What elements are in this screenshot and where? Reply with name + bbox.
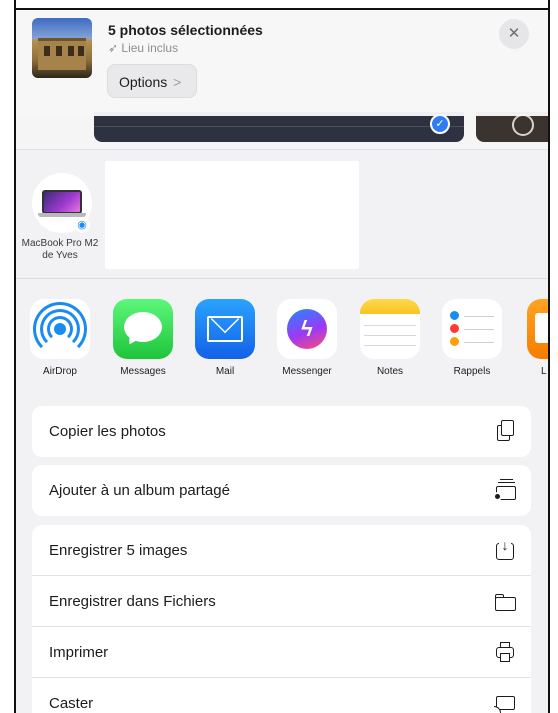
action-copy-photos[interactable]: Copier les photos xyxy=(32,406,531,457)
copy-icon xyxy=(493,419,517,443)
laptop-icon xyxy=(42,190,82,214)
photo-strip-next[interactable] xyxy=(476,112,548,142)
action-cast[interactable]: Caster xyxy=(32,678,531,713)
action-add-shared-album[interactable]: Ajouter à un album partagé xyxy=(32,465,531,516)
share-sheet-header: ✓ 5 photos sélectionnées ➶ Lieu inclus O… xyxy=(16,10,548,150)
app-label: AirDrop xyxy=(43,366,77,377)
save-images-icon: ↓ xyxy=(493,538,517,562)
app-messenger[interactable]: ϟ Messenger xyxy=(266,299,348,377)
reminders-icon xyxy=(442,299,502,359)
location-subtitle-text: Lieu inclus xyxy=(121,41,179,55)
action-label: Imprimer xyxy=(49,644,109,661)
location-subtitle: ➶ Lieu inclus xyxy=(108,41,178,55)
app-airdrop[interactable]: AirDrop xyxy=(19,299,101,377)
notes-icon xyxy=(360,299,420,359)
header-panel: 5 photos sélectionnées ➶ Lieu inclus Opt… xyxy=(16,10,548,116)
action-label: Enregistrer dans Fichiers xyxy=(49,593,216,610)
action-group-save: Enregistrer 5 images ↓ Enregistrer dans … xyxy=(32,525,531,713)
airdrop-icon xyxy=(30,299,90,359)
mail-icon xyxy=(195,299,255,359)
app-messages[interactable]: Messages xyxy=(102,299,184,377)
airdrop-badge-icon: ◉ xyxy=(74,217,90,233)
print-icon xyxy=(493,640,517,664)
app-label: Mail xyxy=(215,366,235,377)
shared-album-icon xyxy=(493,478,517,502)
action-print[interactable]: Imprimer xyxy=(32,627,531,678)
options-button-label: Options xyxy=(119,74,168,90)
cast-icon xyxy=(493,691,517,713)
action-group-copy: Copier les photos xyxy=(32,406,531,457)
messages-icon xyxy=(113,299,173,359)
airdrop-devices-section: ◉ MacBook Pro M2 de Yves xyxy=(16,151,548,279)
app-label: Messages xyxy=(120,366,166,377)
action-label: Copier les photos xyxy=(49,423,166,440)
app-partial[interactable]: L xyxy=(511,299,548,377)
folder-icon xyxy=(493,589,517,613)
options-button[interactable]: Options > xyxy=(107,64,197,98)
frame-right-edge xyxy=(548,0,550,713)
close-button[interactable]: ✕ xyxy=(499,19,529,49)
partial-app-icon xyxy=(527,299,548,359)
airdrop-device-label: MacBook Pro M2 de Yves xyxy=(21,238,99,261)
action-group-shared-album: Ajouter à un album partagé xyxy=(32,465,531,516)
action-save-to-files[interactable]: Enregistrer dans Fichiers xyxy=(32,576,531,627)
airdrop-device-macbook[interactable]: ◉ xyxy=(32,173,92,233)
app-mail[interactable]: Mail xyxy=(184,299,266,377)
action-label: Ajouter à un album partagé xyxy=(49,482,230,499)
app-label: Messenger xyxy=(282,366,332,377)
share-apps-row: AirDrop Messages Mail ϟ Messenger Notes … xyxy=(16,280,548,390)
app-label: L xyxy=(541,366,547,377)
photo-thumbnail xyxy=(32,18,92,78)
chevron-right-icon: > xyxy=(173,74,182,90)
messenger-icon: ϟ xyxy=(277,299,337,359)
app-label: Notes xyxy=(376,366,404,377)
app-rappels[interactable]: Rappels xyxy=(431,299,513,377)
app-notes[interactable]: Notes xyxy=(349,299,431,377)
action-label: Caster xyxy=(49,695,94,712)
photo-strip-selected[interactable]: ✓ xyxy=(94,112,464,142)
close-icon: ✕ xyxy=(507,25,521,42)
action-label: Enregistrer 5 images xyxy=(49,542,188,559)
location-arrow-icon: ➶ xyxy=(108,41,119,55)
action-save-images[interactable]: Enregistrer 5 images ↓ xyxy=(32,525,531,576)
share-sheet: ✓ 5 photos sélectionnées ➶ Lieu inclus O… xyxy=(16,10,548,713)
lamp-photo-icon xyxy=(512,114,534,136)
blank-panel xyxy=(105,161,359,269)
checkmark-icon: ✓ xyxy=(430,114,450,134)
app-label: Rappels xyxy=(453,366,491,377)
selection-title: 5 photos sélectionnées xyxy=(108,22,263,38)
